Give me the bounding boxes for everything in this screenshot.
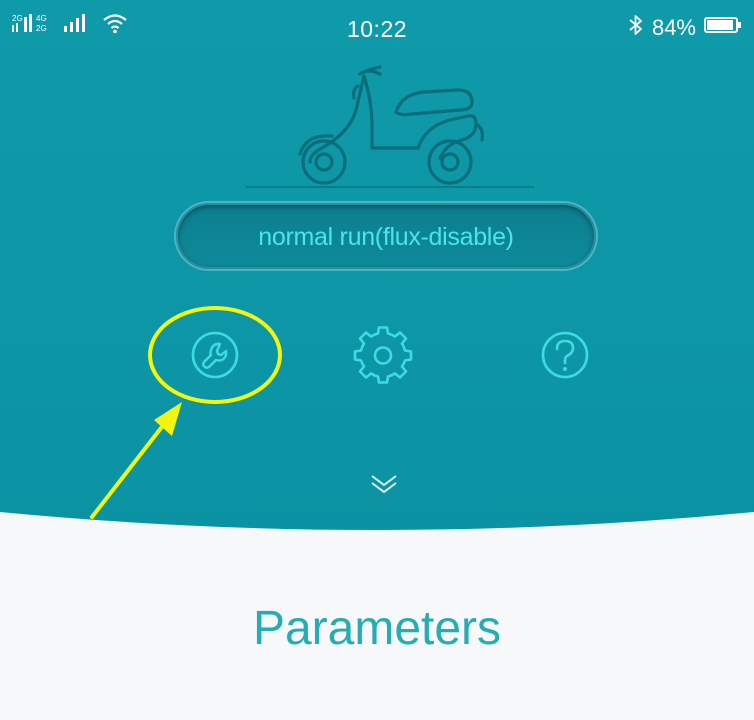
chevron-down-icon[interactable] xyxy=(364,470,404,500)
battery-icon xyxy=(704,15,742,41)
help-icon xyxy=(541,331,589,379)
help-button[interactable] xyxy=(530,320,600,390)
bluetooth-icon xyxy=(628,14,644,42)
app-screen: 2G 4G 2G 10:22 84% normal run(flux-disab… xyxy=(0,0,754,720)
settings-button[interactable] xyxy=(348,320,418,390)
battery-percent: 84% xyxy=(651,15,696,40)
run-mode-display[interactable]: normal run(flux-disable) xyxy=(176,203,596,269)
run-mode-label: normal run(flux-disable) xyxy=(258,223,514,251)
wrench-icon xyxy=(191,331,239,379)
gear-icon xyxy=(353,326,413,384)
scooter-icon xyxy=(246,65,534,188)
status-right: 84% xyxy=(628,14,742,42)
header-panel: 2G 4G 2G 10:22 84% normal run(flux-disab… xyxy=(0,0,754,560)
status-bar: 2G 4G 2G 10:22 84% xyxy=(0,0,754,60)
wrench-button[interactable] xyxy=(180,320,250,390)
section-title: Parameters xyxy=(252,602,502,655)
